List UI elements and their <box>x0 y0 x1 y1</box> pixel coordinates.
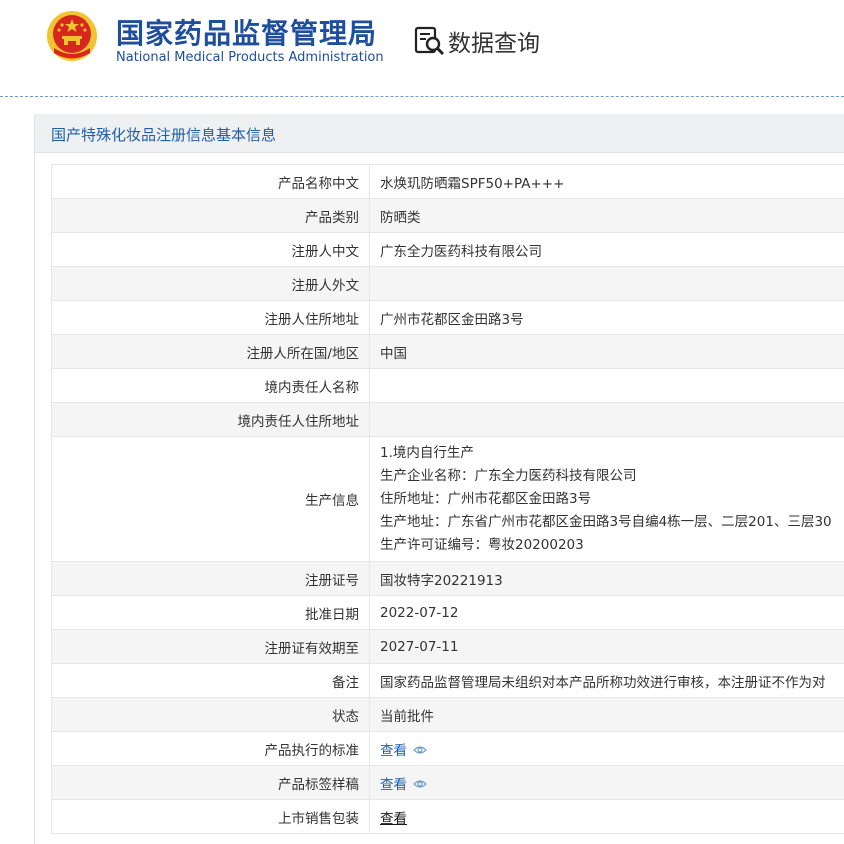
field-value: 2022-07-12 <box>369 595 844 630</box>
field-value: 广州市花都区金田路3号 <box>369 300 844 335</box>
field-label: 注册人外文 <box>51 266 370 301</box>
production-info-line: 生产地址：广东省广州市花都区金田路3号自编4栋一层、二层201、三层30 <box>380 513 832 530</box>
table-row: 生产信息 1.境内自行生产 生产企业名称：广东全力医药科技有限公司 住所地址：广州市花… <box>51 436 844 562</box>
field-value: 查看 <box>369 765 844 800</box>
view-link[interactable]: 查看 <box>380 811 407 827</box>
field-label: 注册证号 <box>51 561 370 596</box>
field-label: 产品类别 <box>51 198 370 233</box>
field-label: 境内责任人名称 <box>51 368 370 403</box>
field-label: 境内责任人住所地址 <box>51 402 370 437</box>
data-query-link[interactable]: 数据查询 <box>412 24 540 58</box>
field-label: 备注 <box>51 663 370 698</box>
panel-title-bar: 国产特殊化妆品注册信息基本信息 <box>35 114 844 153</box>
header-divider <box>0 96 844 97</box>
table-row: 注册证有效期至 2027-07-11 <box>51 629 844 664</box>
field-label: 注册人中文 <box>51 232 370 267</box>
field-value <box>369 402 844 437</box>
table-row: 产品类别 防晒类 <box>51 198 844 233</box>
eye-icon[interactable] <box>413 743 427 759</box>
field-value: 国家药品监督管理局未组织对本产品所称功效进行审核，本注册证不作为对 <box>369 663 844 698</box>
field-label: 状态 <box>51 697 370 732</box>
table-row: 境内责任人名称 <box>51 368 844 403</box>
table-row: 注册人外文 <box>51 266 844 301</box>
view-link[interactable]: 查看 <box>380 777 407 793</box>
field-value: 广东全力医药科技有限公司 <box>369 232 844 267</box>
table-row: 注册人所在国/地区 中国 <box>51 334 844 369</box>
agency-name-en: National Medical Products Administration <box>116 50 384 65</box>
info-panel: 国产特殊化妆品注册信息基本信息 产品名称中文 水焕玑防晒霜SPF50+PA+++ 产… <box>34 114 844 844</box>
field-label: 上市销售包装 <box>51 799 370 834</box>
registration-info-table: 产品名称中文 水焕玑防晒霜SPF50+PA+++ 产品类别 防晒类 注册人中文 广东全力医… <box>51 164 844 834</box>
table-row: 产品执行的标准 查看 <box>51 731 844 766</box>
production-info-line: 生产许可证编号：粤妆20200203 <box>380 536 584 553</box>
table-row: 注册人住所地址 广州市花都区金田路3号 <box>51 300 844 335</box>
field-value <box>369 368 844 403</box>
table-row: 产品名称中文 水焕玑防晒霜SPF50+PA+++ <box>51 164 844 199</box>
national-emblem-icon <box>47 11 97 61</box>
field-label: 注册人住所地址 <box>51 300 370 335</box>
field-value: 查看 <box>369 799 844 834</box>
field-label: 产品标签样稿 <box>51 765 370 800</box>
data-query-label: 数据查询 <box>448 31 540 57</box>
field-value <box>369 266 844 301</box>
field-label: 产品名称中文 <box>51 164 370 199</box>
agency-name-cn: 国家药品监督管理局 <box>116 17 378 50</box>
site-header: 国家药品监督管理局 National Medical Products Admi… <box>0 0 844 96</box>
field-value: 1.境内自行生产生产企业名称：广东全力医药科技有限公司 住所地址：广州市花都区金田… <box>369 436 844 562</box>
search-document-icon <box>414 26 445 56</box>
table-row: 产品标签样稿 查看 <box>51 765 844 800</box>
table-row: 注册证号 国妆特字20221913 <box>51 561 844 596</box>
field-value: 查看 <box>369 731 844 766</box>
table-row: 备注 国家药品监督管理局未组织对本产品所称功效进行审核，本注册证不作为对 <box>51 663 844 698</box>
field-value: 2027-07-11 <box>369 629 844 664</box>
field-label: 注册人所在国/地区 <box>51 334 370 369</box>
field-value: 当前批件 <box>369 697 844 732</box>
table-row: 批准日期 2022-07-12 <box>51 595 844 630</box>
panel-title: 国产特殊化妆品注册信息基本信息 <box>51 126 277 144</box>
field-label: 注册证有效期至 <box>51 629 370 664</box>
field-label: 生产信息 <box>51 436 370 562</box>
production-info-line: 生产企业名称：广东全力医药科技有限公司 <box>380 467 637 484</box>
field-label: 产品执行的标准 <box>51 731 370 766</box>
table-row: 境内责任人住所地址 <box>51 402 844 437</box>
field-value: 中国 <box>369 334 844 369</box>
field-value: 防晒类 <box>369 198 844 233</box>
field-value: 国妆特字20221913 <box>369 561 844 596</box>
production-info-line: 住所地址：广州市花都区金田路3号 <box>380 490 592 507</box>
view-link[interactable]: 查看 <box>380 743 407 759</box>
eye-icon[interactable] <box>413 777 427 793</box>
table-row: 上市销售包装 查看 <box>51 799 844 834</box>
field-value: 水焕玑防晒霜SPF50+PA+++ <box>369 164 844 199</box>
table-row: 状态 当前批件 <box>51 697 844 732</box>
production-info-line: 1.境内自行生产 <box>380 444 474 461</box>
table-row: 注册人中文 广东全力医药科技有限公司 <box>51 232 844 267</box>
field-label: 批准日期 <box>51 595 370 630</box>
